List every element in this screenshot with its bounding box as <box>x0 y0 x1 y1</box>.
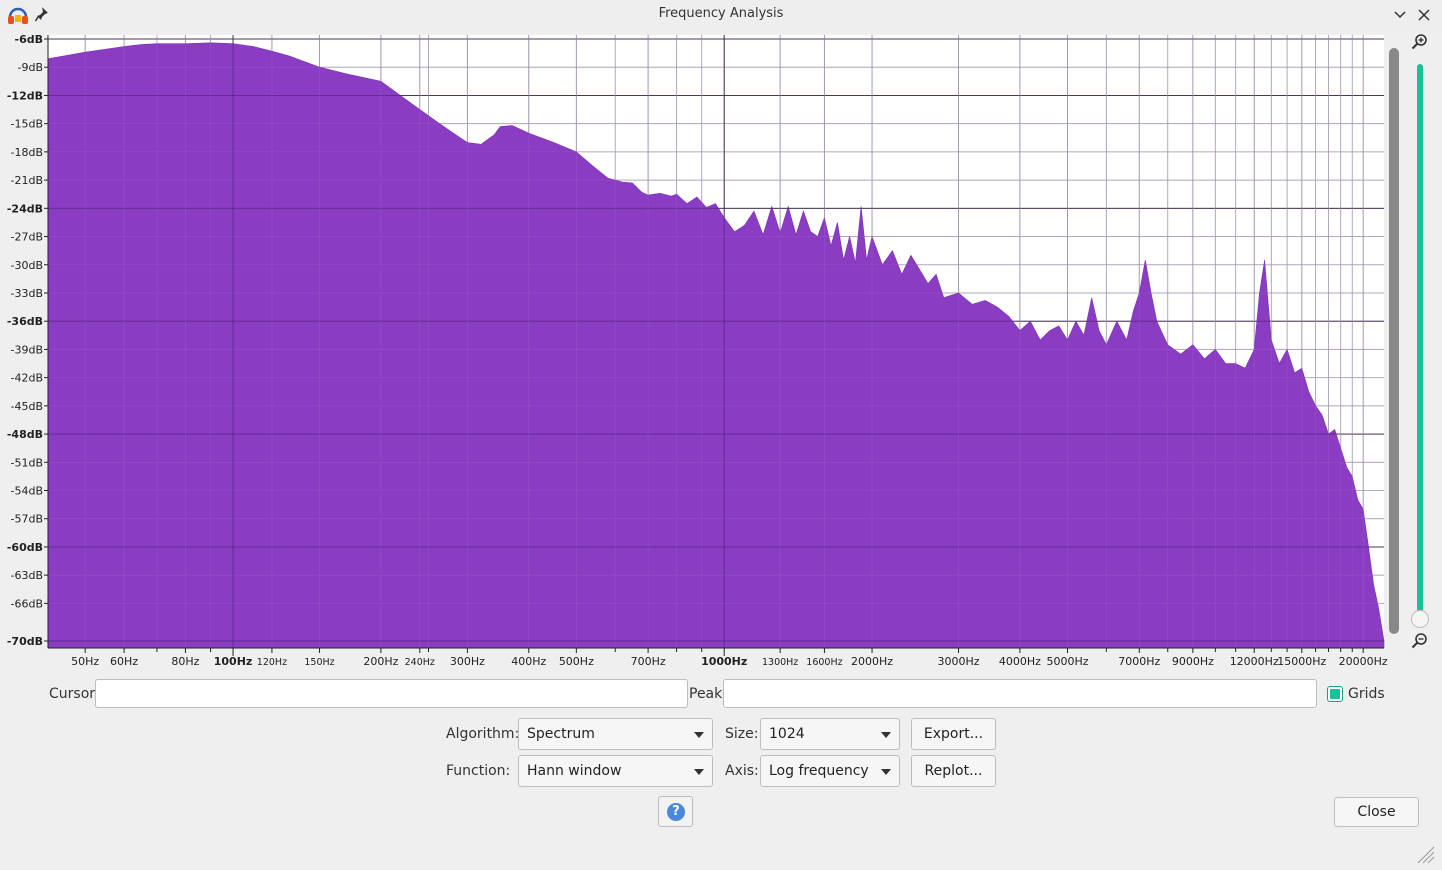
spectrum-plot[interactable]: -6dB -9dB -12dB -15dB -18dB -21dB -24dB -27dB -3… <box>0 30 1442 670</box>
x-tick-label: 200Hz <box>363 655 398 668</box>
export-button[interactable]: Export... <box>911 718 996 750</box>
help-icon: ? <box>667 803 685 821</box>
x-tick-label: 5000Hz <box>1046 655 1088 668</box>
y-tick-label: -57dB <box>11 513 44 526</box>
y-tick-label: -39dB <box>11 343 44 356</box>
peak-field[interactable] <box>723 679 1317 708</box>
zoom-in-icon[interactable] <box>1411 33 1429 51</box>
x-tick-label: 120Hz <box>257 657 287 668</box>
algorithm-value: Spectrum <box>527 726 595 742</box>
y-axis-ticks: -6dB -9dB -12dB -15dB -18dB -21dB -24dB -27dB -3… <box>7 33 48 648</box>
x-tick-label: 100Hz <box>214 655 253 668</box>
help-button[interactable]: ? <box>658 796 693 827</box>
algorithm-label: Algorithm: <box>446 726 520 742</box>
dropdown-arrow-icon <box>694 732 704 738</box>
zoom-slider-track[interactable] <box>1417 64 1423 612</box>
vertical-scrollbar[interactable] <box>1389 48 1399 634</box>
axis-label: Axis: <box>725 763 759 779</box>
y-tick-label: -15dB <box>11 118 44 131</box>
function-label: Function: <box>446 763 511 779</box>
y-tick-label: -51dB <box>11 456 44 469</box>
function-value: Hann window <box>527 763 622 779</box>
x-tick-label: 60Hz <box>110 655 138 668</box>
y-tick-label: -54dB <box>11 485 44 498</box>
y-tick-label: -30dB <box>11 259 44 272</box>
y-tick-label: -45dB <box>11 400 44 413</box>
y-tick-label: -27dB <box>11 231 44 244</box>
axis-value: Log frequency <box>769 763 869 779</box>
dropdown-arrow-icon <box>694 769 704 775</box>
x-tick-label: 7000Hz <box>1118 655 1160 668</box>
x-tick-label: 240Hz <box>405 657 435 668</box>
y-tick-label: -63dB <box>11 569 44 582</box>
resize-grip-icon[interactable] <box>1414 843 1436 865</box>
x-tick-label: 150Hz <box>304 657 334 668</box>
x-tick-label: 2000Hz <box>851 655 893 668</box>
x-tick-label: 20000Hz <box>1339 655 1388 668</box>
x-tick-label: 12000Hz <box>1230 655 1279 668</box>
x-tick-label: 15000Hz <box>1277 655 1326 668</box>
y-tick-label: -21dB <box>11 174 44 187</box>
x-tick-label: 50Hz <box>71 655 99 668</box>
y-tick-label: -9dB <box>18 61 44 74</box>
x-tick-label: 700Hz <box>631 655 666 668</box>
chevron-down-icon[interactable] <box>1389 4 1411 26</box>
dropdown-arrow-icon <box>881 769 891 775</box>
cursor-field[interactable] <box>95 679 688 708</box>
x-tick-label: 80Hz <box>171 655 199 668</box>
size-value: 1024 <box>769 726 805 742</box>
x-tick-label: 500Hz <box>559 655 594 668</box>
x-tick-label: 400Hz <box>511 655 546 668</box>
grids-checkbox[interactable] <box>1327 686 1343 702</box>
dropdown-arrow-icon <box>881 732 891 738</box>
y-tick-label: -60dB <box>7 541 43 554</box>
x-tick-label: 4000Hz <box>999 655 1041 668</box>
y-tick-label: -6dB <box>15 33 43 46</box>
axis-select[interactable]: Log frequency <box>760 755 900 787</box>
x-tick-label: 3000Hz <box>938 655 980 668</box>
cursor-label: Cursor: <box>49 686 100 702</box>
x-tick-label: 300Hz <box>450 655 485 668</box>
x-tick-label: 1600Hz <box>806 657 842 668</box>
close-button[interactable]: Close <box>1334 797 1419 827</box>
x-tick-label: 1300Hz <box>762 657 798 668</box>
title-bar: Frequency Analysis <box>0 0 1442 30</box>
y-tick-label: -48dB <box>7 428 43 441</box>
peak-label: Peak: <box>689 686 727 702</box>
checkbox-checked-mark <box>1330 689 1340 699</box>
y-tick-label: -42dB <box>11 372 44 385</box>
grids-label: Grids <box>1348 686 1385 702</box>
y-tick-label: -70dB <box>7 635 43 648</box>
y-tick-label: -24dB <box>7 202 43 215</box>
size-label: Size: <box>725 726 759 742</box>
y-tick-label: -12dB <box>7 89 43 102</box>
x-tick-label: 1000Hz <box>701 655 747 668</box>
x-tick-label: 9000Hz <box>1172 655 1214 668</box>
zoom-slider-handle[interactable] <box>1411 610 1429 628</box>
close-icon[interactable] <box>1413 4 1435 26</box>
y-tick-label: -36dB <box>7 315 43 328</box>
function-select[interactable]: Hann window <box>518 755 713 787</box>
algorithm-select[interactable]: Spectrum <box>518 718 713 750</box>
y-tick-label: -33dB <box>11 287 44 300</box>
size-select[interactable]: 1024 <box>760 718 900 750</box>
replot-button[interactable]: Replot... <box>911 755 996 787</box>
y-tick-label: -66dB <box>11 597 44 610</box>
zoom-out-icon[interactable] <box>1411 632 1429 650</box>
x-axis-ticks: 50Hz 60Hz 80Hz 100Hz 120Hz 150Hz 200Hz 240Hz 300… <box>71 648 1388 668</box>
y-tick-label: -18dB <box>11 146 44 159</box>
window-title: Frequency Analysis <box>658 6 784 21</box>
